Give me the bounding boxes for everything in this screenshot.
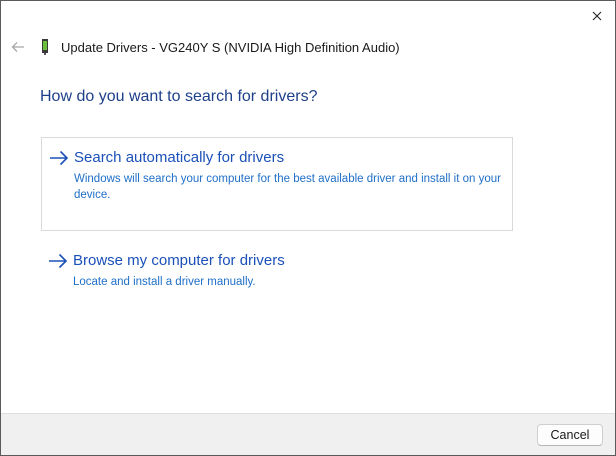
dialog-header: Update Drivers - VG240Y S (NVIDIA High D…: [10, 37, 400, 57]
option-title: Browse my computer for drivers: [73, 252, 285, 269]
device-icon: [40, 39, 52, 55]
update-drivers-dialog: Update Drivers - VG240Y S (NVIDIA High D…: [0, 0, 616, 456]
arrow-right-icon: [50, 150, 69, 166]
close-button[interactable]: [583, 4, 611, 28]
search-automatically-option[interactable]: Search automatically for drivers Windows…: [41, 137, 513, 231]
cancel-button[interactable]: Cancel: [537, 424, 603, 446]
option-description: Locate and install a driver manually.: [73, 276, 256, 288]
arrow-right-icon: [49, 253, 68, 269]
close-icon: [592, 11, 602, 21]
option-description: Windows will search your computer for th…: [74, 173, 501, 201]
page-heading: How do you want to search for drivers?: [40, 88, 318, 105]
back-button[interactable]: [10, 39, 26, 55]
browse-computer-option[interactable]: Browse my computer for drivers Locate an…: [41, 241, 513, 301]
back-arrow-icon: [11, 42, 24, 52]
dialog-title: Update Drivers - VG240Y S (NVIDIA High D…: [61, 39, 400, 55]
option-title: Search automatically for drivers: [74, 149, 285, 166]
dialog-footer: Cancel: [1, 413, 615, 455]
